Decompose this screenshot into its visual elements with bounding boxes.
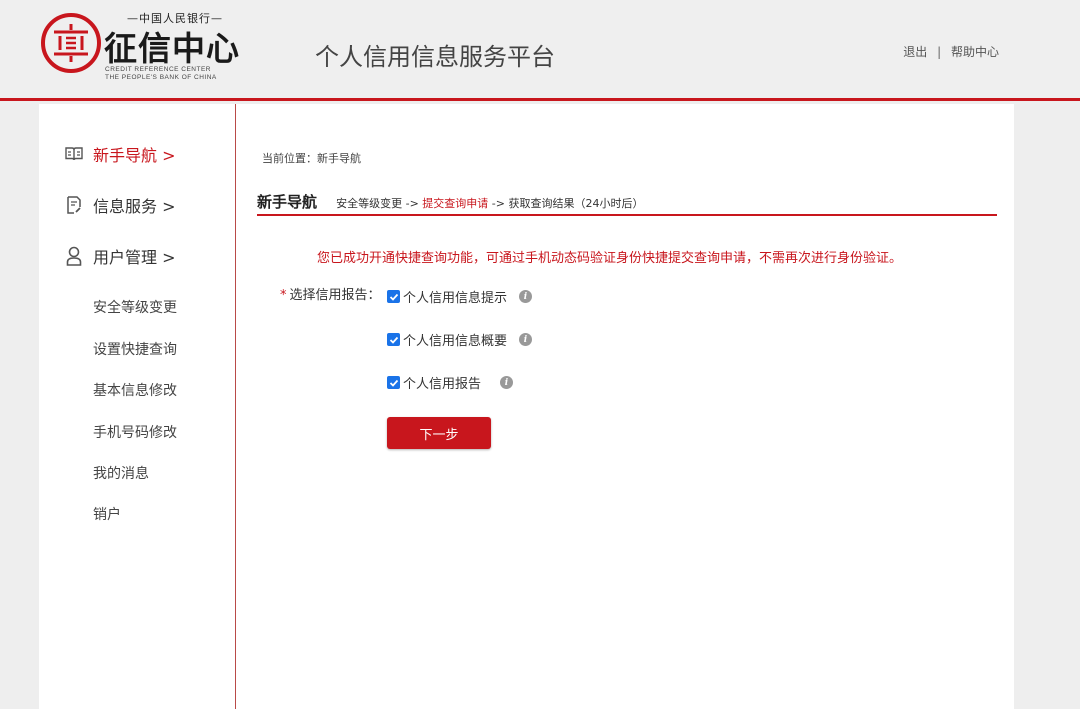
sub-item-basic-info[interactable]: 基本信息修改 bbox=[93, 380, 177, 400]
logo-english-line1: CREDIT REFERENCE CENTER bbox=[105, 66, 212, 73]
book-icon bbox=[63, 143, 85, 165]
logo-title: 征信中心 bbox=[104, 29, 240, 68]
step-security-level: 安全等级变更 -> bbox=[336, 197, 419, 210]
next-step-button[interactable]: 下一步 bbox=[387, 417, 491, 449]
option-credit-info-tip: 个人信用信息提示 i bbox=[387, 287, 533, 306]
info-icon[interactable]: i bbox=[519, 333, 533, 346]
checkbox-credit-info-tip[interactable] bbox=[387, 290, 400, 303]
nav-item-label: 用户管理 > bbox=[93, 248, 176, 267]
platform-title: 个人信用信息服务平台 bbox=[315, 44, 555, 71]
sidebar: 新手导航 > 信息服务 > 用户管理 > 安全等级变更 设置快捷查询 基本信息修… bbox=[39, 104, 236, 709]
top-links: 退出 | 帮助中心 bbox=[903, 43, 999, 60]
nav-item-label: 信息服务 > bbox=[93, 197, 176, 216]
credit-center-logo: —中国人民银行— 征信中心 CREDIT REFERENCE CENTER TH… bbox=[40, 10, 250, 90]
option-label: 个人信用信息概要 bbox=[403, 334, 508, 349]
content-area: 当前位置：新手导航 新手导航 安全等级变更 -> 提交查询申请 -> 获取查询结… bbox=[237, 104, 1014, 709]
info-icon[interactable]: i bbox=[519, 290, 533, 303]
sub-item-quick-query-setup[interactable]: 设置快捷查询 bbox=[93, 339, 177, 359]
report-select-label: * 选择信用报告： bbox=[280, 284, 381, 303]
process-steps: 安全等级变更 -> 提交查询申请 -> 获取查询结果（24小时后） bbox=[336, 195, 643, 211]
option-credit-info-summary: 个人信用信息概要 i bbox=[387, 330, 533, 349]
document-icon bbox=[63, 194, 85, 216]
info-icon[interactable]: i bbox=[500, 376, 514, 389]
section-title: 新手导航 bbox=[257, 193, 318, 211]
sub-item-close-account[interactable]: 销户 bbox=[93, 504, 121, 524]
help-center-link[interactable]: 帮助中心 bbox=[951, 45, 999, 59]
success-notice: 您已成功开通快捷查询功能，可通过手机动态码验证身份快捷提交查询申请，不需再次进行… bbox=[317, 251, 903, 266]
sub-item-phone-change[interactable]: 手机号码修改 bbox=[93, 422, 177, 442]
nav-item-info-service[interactable]: 信息服务 > bbox=[63, 192, 176, 218]
sub-item-security-level[interactable]: 安全等级变更 bbox=[93, 297, 177, 317]
option-label: 个人信用信息提示 bbox=[403, 291, 508, 306]
section-header: 新手导航 安全等级变更 -> 提交查询申请 -> 获取查询结果（24小时后） bbox=[257, 191, 997, 216]
logout-link[interactable]: 退出 bbox=[903, 45, 927, 59]
user-icon bbox=[63, 245, 85, 267]
step-submit-query: 提交查询申请 bbox=[422, 197, 489, 210]
link-separator: | bbox=[937, 45, 942, 59]
nav-item-beginner-guide[interactable]: 新手导航 > bbox=[63, 141, 176, 167]
breadcrumb: 当前位置：新手导航 bbox=[262, 152, 361, 165]
nav-item-label: 新手导航 > bbox=[93, 146, 176, 165]
checkbox-credit-info-summary[interactable] bbox=[387, 333, 400, 346]
main-panel: 新手导航 > 信息服务 > 用户管理 > 安全等级变更 设置快捷查询 基本信息修… bbox=[39, 104, 1014, 709]
option-credit-report: 个人信用报告 i bbox=[387, 373, 514, 392]
option-label: 个人信用报告 bbox=[403, 377, 482, 392]
checkbox-credit-report[interactable] bbox=[387, 376, 400, 389]
credit-emblem-icon bbox=[41, 13, 101, 73]
sub-item-my-messages[interactable]: 我的消息 bbox=[93, 463, 149, 483]
logo-english-line2: THE PEOPLE'S BANK OF CHINA bbox=[105, 74, 217, 81]
required-mark: * bbox=[280, 288, 287, 303]
page-header: —中国人民银行— 征信中心 CREDIT REFERENCE CENTER TH… bbox=[0, 0, 1080, 101]
nav-item-user-management[interactable]: 用户管理 > bbox=[63, 243, 176, 269]
report-select-label-text: 选择信用报告： bbox=[289, 288, 381, 303]
step-get-result: -> 获取查询结果（24小时后） bbox=[491, 197, 644, 210]
